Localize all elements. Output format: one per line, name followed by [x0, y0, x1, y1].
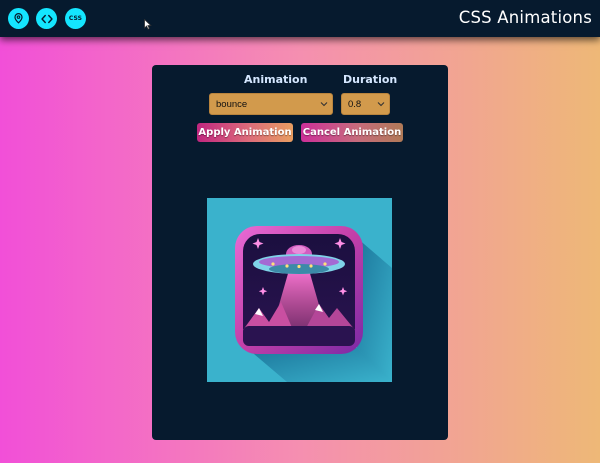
- duration-label: Duration: [343, 73, 398, 86]
- chevron-down-icon: [320, 102, 328, 107]
- animation-label: Animation: [244, 73, 308, 86]
- map-pin-icon: [14, 13, 23, 24]
- animation-select-value: bounce: [216, 99, 248, 110]
- animation-preview: [207, 198, 392, 382]
- map-pin-button[interactable]: [8, 8, 29, 29]
- app-title: CSS Animations: [458, 8, 592, 27]
- duration-select[interactable]: 0.8: [341, 93, 390, 115]
- animation-panel: Animation Duration bounce 0.8 Apply Anim…: [152, 65, 448, 440]
- css-button[interactable]: CSS: [65, 8, 86, 29]
- apply-animation-button[interactable]: Apply Animation: [197, 123, 293, 142]
- css-icon: CSS: [68, 15, 83, 22]
- code-button[interactable]: [36, 8, 57, 29]
- animation-select[interactable]: bounce: [209, 93, 333, 115]
- duration-select-value: 0.8: [348, 99, 362, 110]
- ufo-app-icon: [235, 226, 392, 382]
- chevron-down-icon: [377, 102, 385, 107]
- cancel-animation-button[interactable]: Cancel Animation: [301, 123, 403, 142]
- code-icon: [40, 14, 53, 23]
- mouse-cursor-icon: [144, 19, 152, 30]
- top-bar: CSS CSS Animations: [0, 0, 600, 37]
